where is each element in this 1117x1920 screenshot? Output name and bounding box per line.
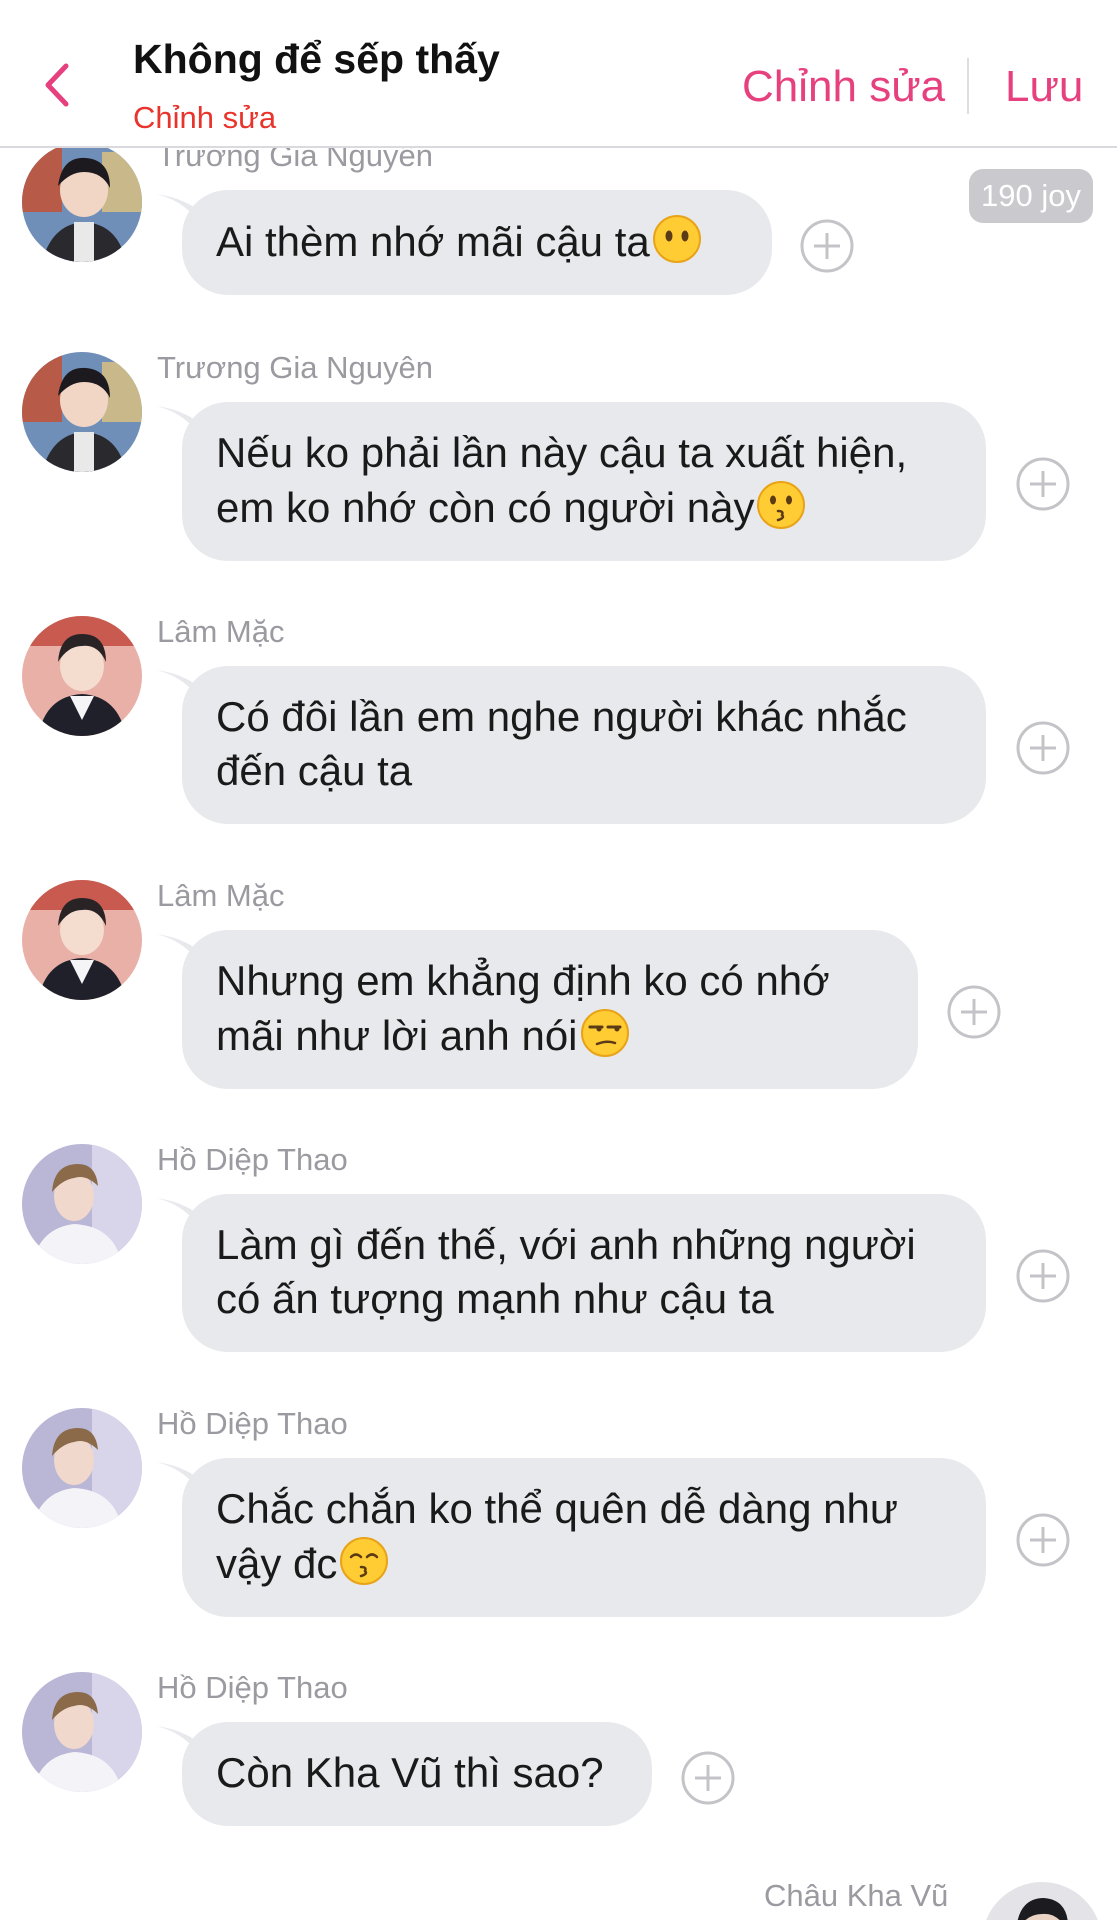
sender-name: Lâm Mặc [157,878,285,913]
avatar[interactable] [22,146,142,262]
kissing-smiling-eyes-face-icon [340,1537,389,1585]
chat-header: Không để sếp thấy Chỉnh sửa Chỉnh sửa Lư… [0,0,1117,148]
message-line: em ko nhớ còn có người này [216,484,755,531]
unamused-face-icon [580,1009,629,1057]
add-reaction-icon[interactable] [1015,1512,1071,1568]
message-bubble[interactable]: Chắc chắn ko thể quên dễ dàng như vậy đc [182,1458,986,1617]
no-mouth-face-icon [652,215,701,263]
message-bubble[interactable]: Làm gì đến thế, với anh những người có ấ… [182,1194,986,1352]
message-line: mãi như lời anh nói [216,1012,578,1059]
message-bubble[interactable]: Còn Kha Vũ thì sao? [182,1722,652,1826]
sender-name: Hồ Diệp Thao [157,1670,348,1705]
message-line: Còn Kha Vũ thì sao? [216,1749,604,1796]
message-bubble[interactable]: Ai thèm nhớ mãi cậu ta [182,190,772,295]
kissing-face-icon [757,481,806,529]
add-reaction-icon[interactable] [799,218,855,274]
message-line: có ấn tượng mạnh như cậu ta [216,1275,774,1322]
chat-title: Không để sếp thấy [133,36,500,82]
avatar[interactable] [22,880,142,1000]
avatar[interactable] [22,1144,142,1264]
message-bubble[interactable]: Có đôi lần em nghe người khác nhắc đến c… [182,666,986,824]
message-line: Nhưng em khẳng định ko có nhớ [216,957,830,1004]
message-line: Ai thèm nhớ mãi cậu ta [216,218,650,265]
back-chevron-icon[interactable] [38,60,78,110]
save-button[interactable]: Lưu [1005,62,1083,112]
avatar[interactable] [982,1882,1102,1920]
sender-name: Hồ Diệp Thao [157,1142,348,1177]
joy-badge: 190 joy [969,169,1093,223]
chat-subtitle: Chỉnh sửa [133,100,277,135]
message-line: Có đôi lần em nghe người khác nhắc [216,693,907,740]
message-line: Làm gì đến thế, với anh những người [216,1221,916,1268]
add-reaction-icon[interactable] [680,1750,736,1806]
sender-name: Hồ Diệp Thao [157,1406,348,1441]
message-bubble[interactable]: Nếu ko phải lần này cậu ta xuất hiện, em… [182,402,986,561]
sender-name: Lâm Mặc [157,614,285,649]
message-line: Chắc chắn ko thể quên dễ dàng như [216,1485,898,1532]
add-reaction-icon[interactable] [946,984,1002,1040]
sender-name: Châu Kha Vũ [764,1878,949,1913]
add-reaction-icon[interactable] [1015,720,1071,776]
avatar[interactable] [22,616,142,736]
add-reaction-icon[interactable] [1015,1248,1071,1304]
edit-button[interactable]: Chỉnh sửa [742,62,945,112]
avatar[interactable] [22,1672,142,1792]
sender-name: Trương Gia Nguyên [157,146,433,173]
avatar[interactable] [22,352,142,472]
message-line: vậy đc [216,1540,338,1587]
message-line: Nếu ko phải lần này cậu ta xuất hiện, [216,429,908,476]
header-divider [967,58,969,114]
sender-name: Trương Gia Nguyên [157,350,433,385]
chat-thread[interactable]: 190 joy Trương Gia Nguyên Ai thèm nhớ mã… [0,146,1117,1920]
avatar[interactable] [22,1408,142,1528]
message-bubble[interactable]: Nhưng em khẳng định ko có nhớ mãi như lờ… [182,930,918,1089]
add-reaction-icon[interactable] [1015,456,1071,512]
message-line: đến cậu ta [216,747,413,794]
